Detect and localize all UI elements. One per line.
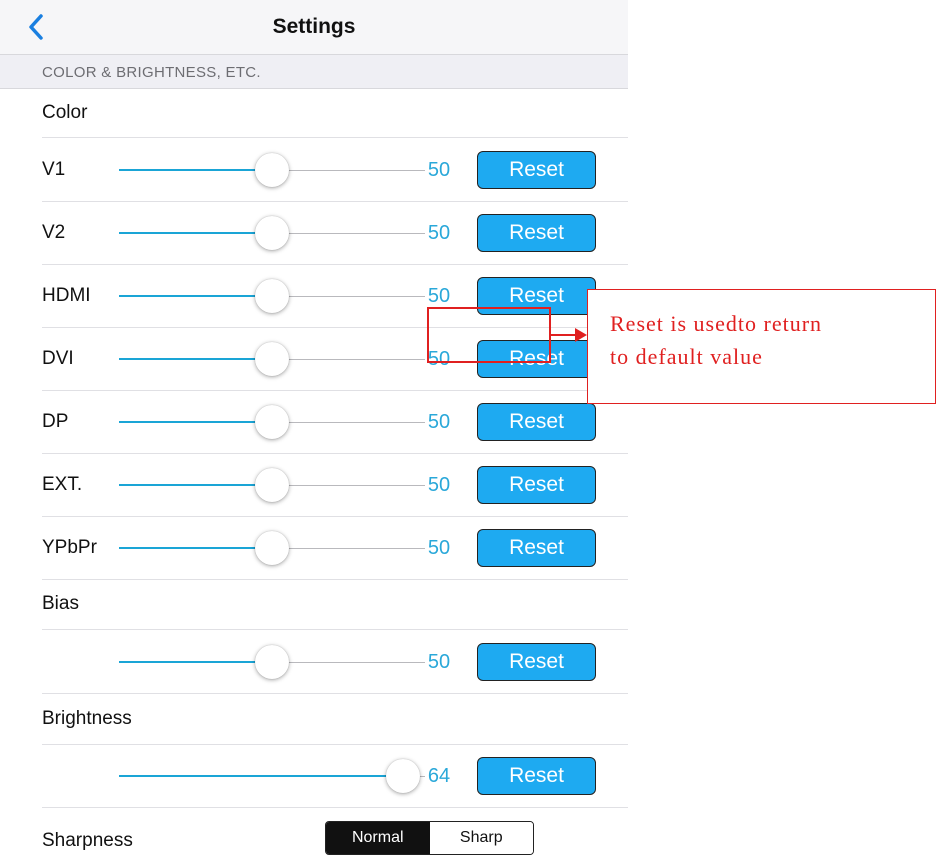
bias-row: 50 Reset [0,631,628,694]
section-header: COLOR & BRIGHTNESS, ETC. [0,55,628,89]
slider-thumb[interactable] [255,405,289,439]
slider-track-filled [119,232,272,234]
annotation-text-line-1: Reset is usedto return [610,311,823,336]
ext-value: 50 [427,474,451,496]
slider-thumb[interactable] [255,468,289,502]
bias-header: Bias [42,593,79,614]
annotation-text-line-2: to default value [610,344,763,369]
color-row-v1: V1 50 Reset [0,139,628,202]
ypbpr-value: 50 [427,537,451,559]
ypbpr-reset-button[interactable]: Reset [477,529,596,567]
slider-track-filled [119,169,272,171]
divider [42,807,628,808]
brightness-header-row: Brightness [0,695,628,745]
v1-slider[interactable] [119,150,425,190]
color-row-v2: V2 50 Reset [0,202,628,265]
annotation-highlight-frame [427,307,551,363]
slider-thumb[interactable] [255,216,289,250]
v2-reset-button[interactable]: Reset [477,214,596,252]
slider-track-empty [272,548,425,549]
navigation-bar: Settings [0,0,628,55]
slider-track-filled [119,421,272,423]
slider-track-filled [119,775,403,777]
color-header-row: Color [0,89,628,138]
section-header-label: COLOR & BRIGHTNESS, ETC. [42,64,261,81]
divider [42,744,628,745]
bias-value: 50 [427,651,451,673]
channel-label: V1 [42,159,66,180]
dvi-slider[interactable] [119,339,425,379]
slider-thumb[interactable] [255,531,289,565]
brightness-row: 64 Reset [0,746,628,808]
dp-reset-button[interactable]: Reset [477,403,596,441]
dp-slider[interactable] [119,402,425,442]
v2-value: 50 [427,222,451,244]
dp-value: 50 [427,411,451,433]
channel-label: DVI [42,348,74,369]
channel-label: HDMI [42,285,91,306]
channel-label: YPbPr [42,537,97,558]
slider-thumb[interactable] [385,759,420,793]
ext-reset-button[interactable]: Reset [477,466,596,504]
divider [42,693,628,694]
brightness-value: 64 [427,765,451,787]
slider-track-filled [119,547,272,549]
slider-thumb[interactable] [255,153,289,187]
annotation-arrow-icon [575,328,587,342]
slider-thumb[interactable] [255,342,289,376]
brightness-reset-button[interactable]: Reset [477,757,596,795]
slider-track-empty [272,662,425,663]
slider-track-empty [272,422,425,423]
v2-slider[interactable] [119,213,425,253]
slider-thumb[interactable] [255,645,289,679]
v1-value: 50 [427,159,451,181]
slider-track-empty [272,296,425,297]
channel-label: V2 [42,222,66,243]
color-row-dp: DP 50 Reset [0,391,628,454]
sharpness-option-normal[interactable]: Normal [326,822,430,854]
brightness-header: Brightness [42,708,132,729]
bias-header-row: Bias [0,580,628,630]
slider-track-filled [119,295,272,297]
ext-slider[interactable] [119,465,425,505]
brightness-slider[interactable] [119,756,425,796]
annotation-callout: Reset is usedto return to default value [587,289,936,404]
hdmi-value: 50 [427,285,451,307]
sharpness-label: Sharpness [42,830,133,851]
color-row-ext: EXT. 50 Reset [0,454,628,517]
slider-track-empty [272,485,425,486]
slider-track-filled [119,484,272,486]
page-title: Settings [272,15,356,38]
ypbpr-slider[interactable] [119,528,425,568]
hdmi-slider[interactable] [119,276,425,316]
slider-track-empty [272,170,425,171]
divider [42,137,628,138]
channel-label: EXT. [42,474,83,495]
slider-track-filled [119,661,272,663]
divider [42,629,628,630]
color-row-ypbpr: YPbPr 50 Reset [0,517,628,580]
slider-track-filled [119,358,272,360]
v1-reset-button[interactable]: Reset [477,151,596,189]
slider-track-empty [272,359,425,360]
color-header: Color [42,102,88,123]
channel-label: DP [42,411,69,432]
annotation-connector-line [551,334,577,336]
bias-slider[interactable] [119,642,425,682]
slider-thumb[interactable] [255,279,289,313]
sharpness-segmented-control[interactable]: Normal Sharp [325,821,534,855]
bias-reset-button[interactable]: Reset [477,643,596,681]
slider-track-empty [272,233,425,234]
sharpness-option-sharp[interactable]: Sharp [429,822,533,854]
